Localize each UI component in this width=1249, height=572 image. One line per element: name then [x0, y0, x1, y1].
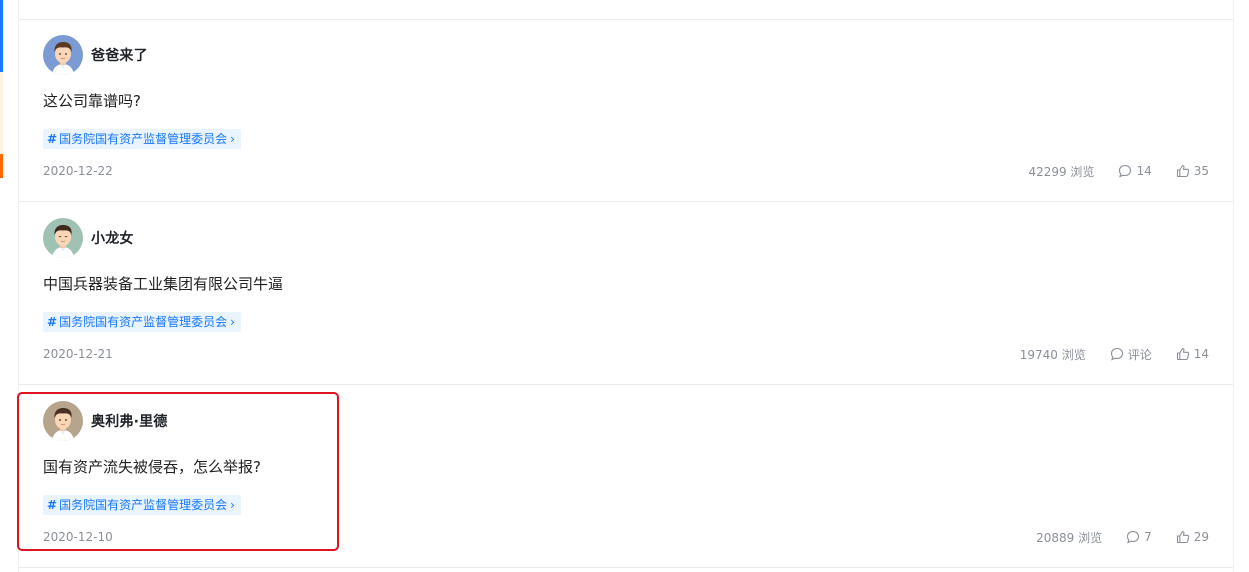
post-item[interactable]: 奥利弗·里德 国有资产流失被侵吞，怎么举报? # 国务院国有资产监督管理委员会 …: [19, 385, 1233, 568]
post-list: 爸爸来了 这公司靠谱吗? # 国务院国有资产监督管理委员会 › 2020-12-…: [18, 0, 1234, 572]
post-header: 奥利弗·里德: [43, 401, 168, 441]
username[interactable]: 小龙女: [91, 228, 134, 248]
thumbs-up-icon: [1176, 164, 1189, 178]
post-content[interactable]: 这公司靠谱吗?: [43, 91, 141, 111]
comment-icon: [1110, 347, 1123, 361]
avatar[interactable]: [43, 401, 83, 441]
post-stats: 42299 浏览 14 35: [1028, 163, 1209, 179]
thumbs-up-icon: [1176, 347, 1189, 361]
like-count: 29: [1193, 530, 1209, 544]
username[interactable]: 奥利弗·里德: [91, 411, 168, 431]
topic-tag-label: 国务院国有资产监督管理委员会: [59, 498, 228, 512]
topic-tag[interactable]: # 国务院国有资产监督管理委员会 ›: [43, 312, 241, 332]
view-count: 19740 浏览: [1019, 347, 1086, 362]
left-accent-orange: [0, 154, 3, 178]
chevron-right-icon: ›: [230, 315, 235, 329]
comment-icon: [1127, 530, 1140, 544]
avatar-man-icon: [43, 218, 83, 258]
comment-icon: [1119, 164, 1132, 178]
like-count: 35: [1193, 164, 1209, 178]
topic-tag-label: 国务院国有资产监督管理委员会: [59, 132, 228, 146]
hash-icon: #: [47, 498, 58, 512]
comment-button[interactable]: 14: [1118, 164, 1152, 178]
post-stats: 20889 浏览 7 29: [1036, 529, 1209, 545]
like-button[interactable]: 14: [1176, 347, 1209, 361]
view-count: 42299 浏览: [1028, 164, 1095, 179]
post-header: 爸爸来了: [43, 35, 148, 75]
avatar-man-icon: [43, 35, 83, 75]
post-content[interactable]: 中国兵器装备工业集团有限公司牛逼: [43, 274, 283, 294]
topic-tag[interactable]: # 国务院国有资产监督管理委员会 ›: [43, 129, 241, 149]
username[interactable]: 爸爸来了: [91, 45, 148, 65]
hash-icon: #: [47, 315, 58, 329]
topic-tag[interactable]: # 国务院国有资产监督管理委员会 ›: [43, 495, 241, 515]
comment-button[interactable]: 7: [1126, 530, 1152, 544]
post-content[interactable]: 国有资产流失被侵吞，怎么举报?: [43, 457, 261, 477]
view-count: 20889 浏览: [1036, 530, 1103, 545]
previous-card-edge: [19, 0, 1233, 20]
post-item[interactable]: 爸爸来了 这公司靠谱吗? # 国务院国有资产监督管理委员会 › 2020-12-…: [19, 19, 1233, 202]
avatar[interactable]: [43, 35, 83, 75]
topic-tag-label: 国务院国有资产监督管理委员会: [59, 315, 228, 329]
chevron-right-icon: ›: [230, 498, 235, 512]
left-accent-blue: [0, 0, 3, 72]
post-stats: 19740 浏览 评论 14: [1020, 346, 1209, 362]
comment-count: 14: [1136, 164, 1152, 178]
like-count: 14: [1193, 347, 1209, 361]
post-header: 小龙女: [43, 218, 134, 258]
thumbs-up-icon: [1176, 530, 1189, 544]
chevron-right-icon: ›: [230, 132, 235, 146]
post-item[interactable]: 小龙女 中国兵器装备工业集团有限公司牛逼 # 国务院国有资产监督管理委员会 › …: [19, 202, 1233, 385]
like-button[interactable]: 35: [1176, 164, 1209, 178]
like-button[interactable]: 29: [1176, 530, 1209, 544]
avatar[interactable]: [43, 218, 83, 258]
hash-icon: #: [47, 132, 58, 146]
post-date: 2020-12-21: [43, 347, 113, 361]
left-accent-light: [0, 72, 3, 154]
avatar-man-icon: [43, 401, 83, 441]
comment-button[interactable]: 评论: [1110, 346, 1152, 363]
post-date: 2020-12-10: [43, 530, 113, 544]
comment-count: 评论: [1127, 347, 1152, 362]
post-date: 2020-12-22: [43, 164, 113, 178]
comment-count: 7: [1144, 530, 1152, 544]
